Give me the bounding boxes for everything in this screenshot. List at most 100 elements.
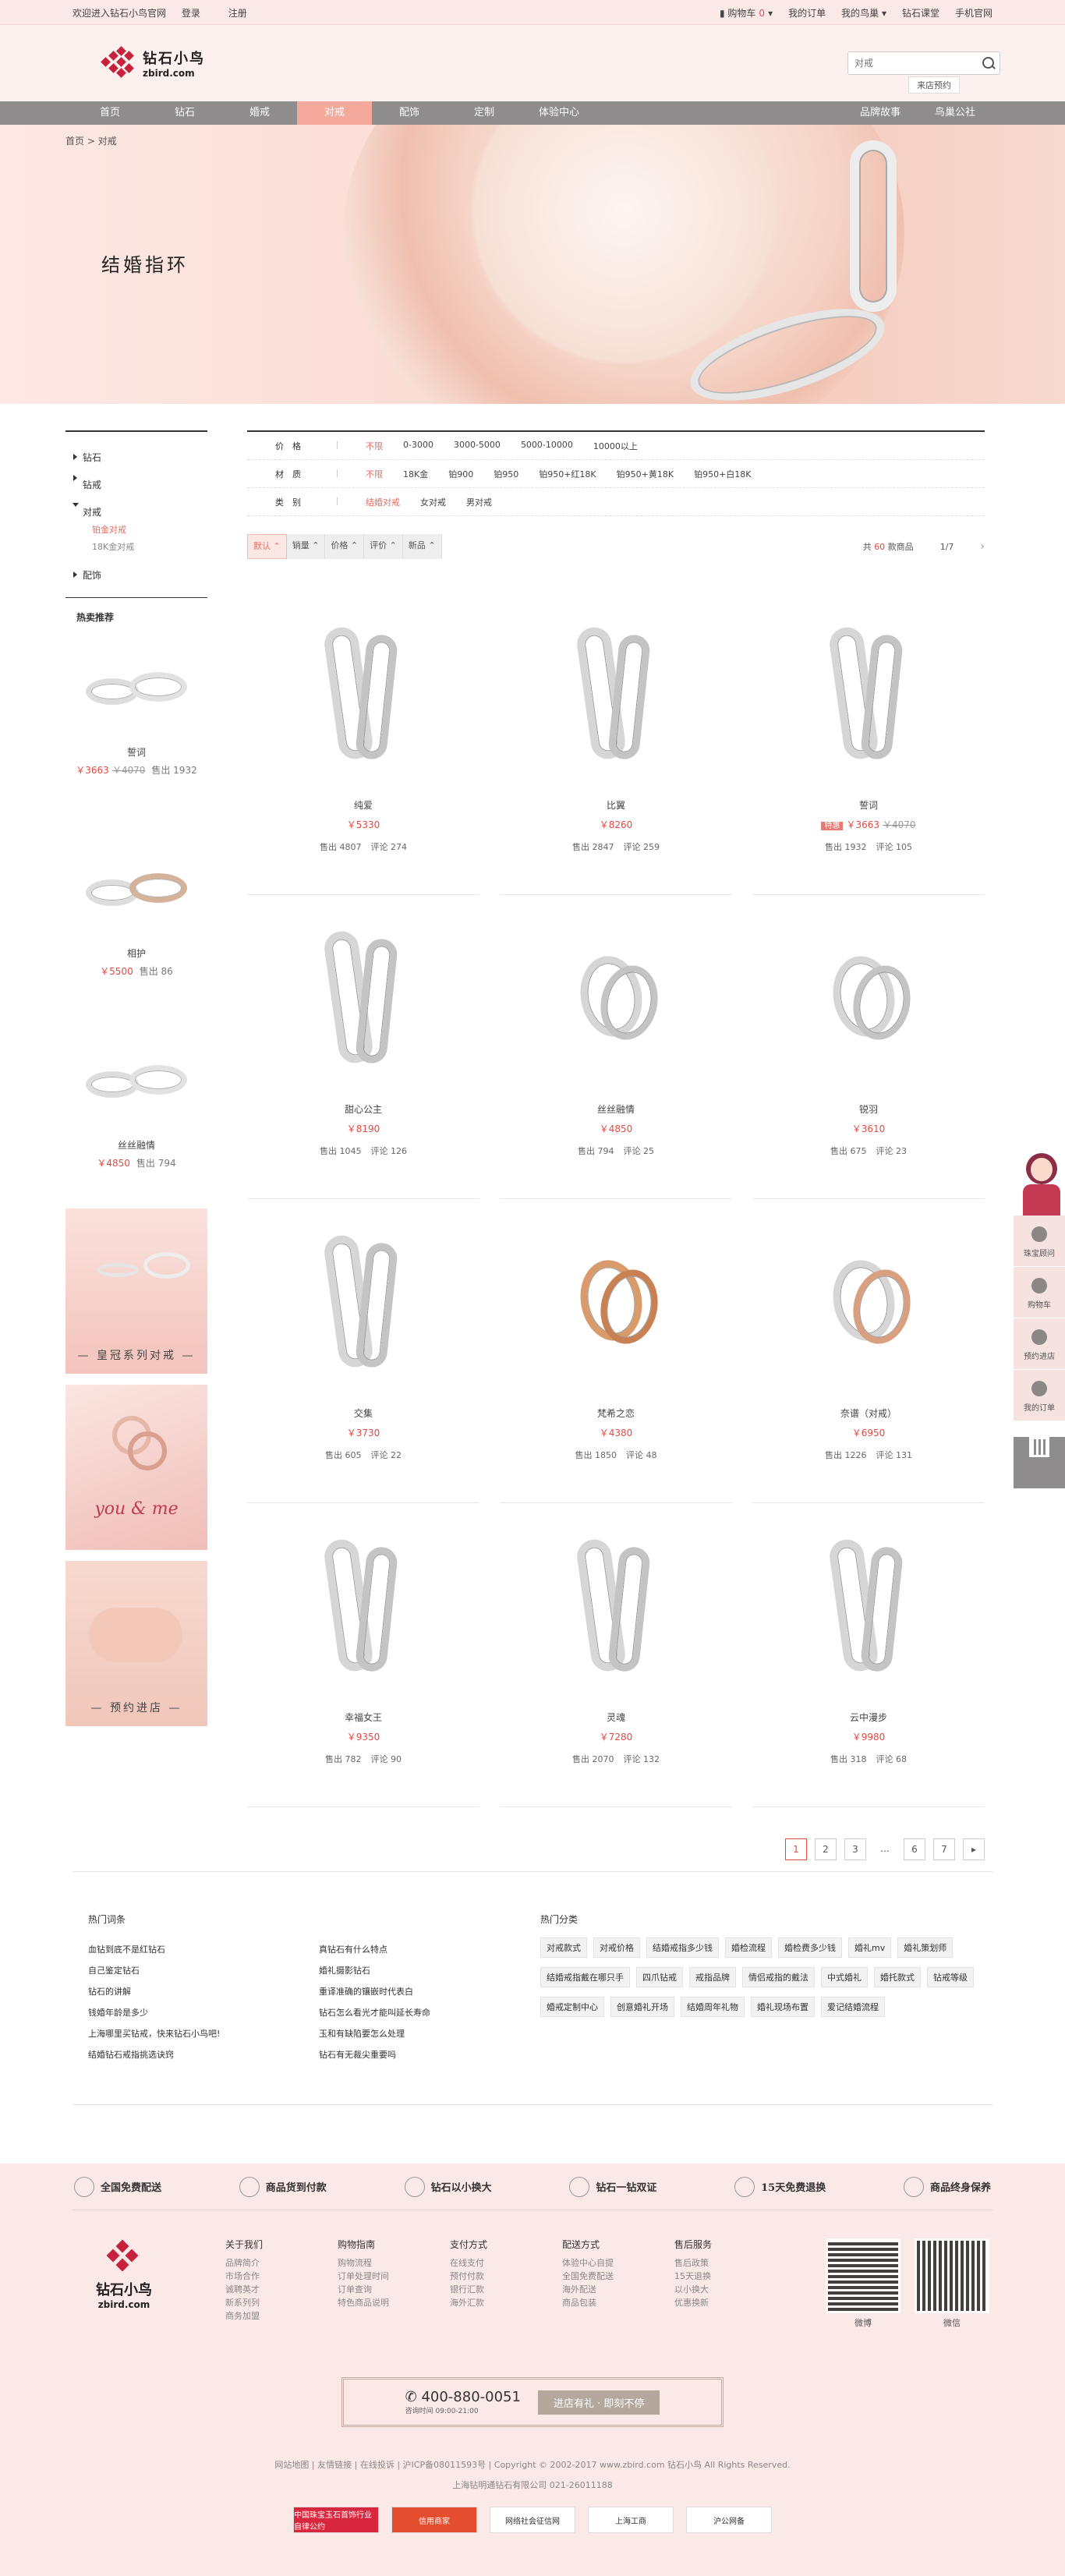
- category-tag[interactable]: 婚礼策划师: [897, 1937, 954, 1958]
- sidebar-item-couple-rings[interactable]: 对戒: [65, 491, 207, 518]
- nav-item-wedding-ring[interactable]: 婚戒: [222, 101, 297, 125]
- product-name[interactable]: 云中漫步: [752, 1711, 985, 1724]
- footer-link[interactable]: 商务加盟: [225, 2309, 263, 2323]
- hot-word-link[interactable]: 钱婚年龄是多少: [88, 2002, 220, 2023]
- review-count[interactable]: 评论 23: [876, 1146, 908, 1156]
- product-image[interactable]: [500, 1509, 732, 1704]
- footer-link[interactable]: 订单处理时间: [338, 2270, 389, 2283]
- category-tag[interactable]: 婚礼mv: [848, 1937, 892, 1958]
- product-image[interactable]: [500, 1205, 732, 1400]
- product-image[interactable]: [500, 597, 732, 792]
- product-card[interactable]: 誓词 特惠 ￥3663 ￥4070 售出 1932 评论 105: [752, 591, 985, 895]
- category-tag[interactable]: 创意婚礼开场: [610, 1997, 674, 2017]
- page-button[interactable]: ▸: [963, 1838, 985, 1860]
- you-and-me-banner[interactable]: you & me: [65, 1385, 207, 1550]
- review-count[interactable]: 评论 126: [371, 1146, 408, 1156]
- register-link[interactable]: 注册: [228, 8, 247, 19]
- float-cart[interactable]: 购物车: [1014, 1267, 1065, 1318]
- product-image[interactable]: [247, 597, 479, 792]
- filter-option[interactable]: 铂950: [494, 468, 518, 480]
- page-button[interactable]: 6: [904, 1838, 925, 1860]
- filter-option[interactable]: 铂950+黄18K: [617, 468, 674, 480]
- footer-link[interactable]: 15天退换: [674, 2270, 712, 2283]
- review-count[interactable]: 评论 68: [876, 1754, 908, 1764]
- product-name[interactable]: 交集: [247, 1407, 479, 1420]
- filter-option[interactable]: 结婚对戒: [366, 496, 400, 508]
- footer-link[interactable]: 优惠换新: [674, 2296, 712, 2309]
- review-count[interactable]: 评论 22: [371, 1450, 402, 1460]
- classroom-link[interactable]: 钻石课堂: [902, 6, 939, 19]
- category-tag[interactable]: 钻戒等级: [927, 1967, 974, 1987]
- sidebar-sub-platinum[interactable]: 铂金对戒: [65, 518, 207, 536]
- product-card[interactable]: 比翼 ￥8260 售出 2847 评论 259: [500, 591, 732, 895]
- my-bird-link[interactable]: 我的鸟巢 ▾: [841, 6, 886, 19]
- filter-option[interactable]: 铂950+红18K: [539, 468, 596, 480]
- sidebar-item-ring[interactable]: 钻戒: [65, 464, 207, 491]
- crown-series-banner[interactable]: — 皇冠系列对戒 —: [65, 1208, 207, 1374]
- product-card[interactable]: 云中漫步 ￥9980 售出 318 评论 68: [752, 1503, 985, 1807]
- search-icon[interactable]: [976, 52, 1000, 74]
- footer-link[interactable]: 特色商品说明: [338, 2296, 389, 2309]
- nav-item-brand-story[interactable]: 品牌故事: [843, 101, 918, 125]
- hot-word-link[interactable]: 玉和有缺陷要怎么处理: [319, 2023, 430, 2044]
- hot-word-link[interactable]: 婚礼摄影钻石: [319, 1960, 430, 1981]
- filter-option[interactable]: 铂900: [448, 468, 473, 480]
- float-consultant[interactable]: 珠宝顾问: [1014, 1215, 1065, 1267]
- cart-link[interactable]: ▮ 购物车 0 ▾: [720, 6, 773, 19]
- category-tag[interactable]: 婚戒定制中心: [540, 1997, 604, 2017]
- product-card[interactable]: 甜心公主 ￥8190 售出 1045 评论 126: [247, 895, 479, 1199]
- review-count[interactable]: 评论 105: [876, 842, 913, 852]
- certification-badge[interactable]: 中国珠宝玉石首饰行业自律公约: [293, 2507, 379, 2533]
- nav-item-community[interactable]: 鸟巢公社: [918, 101, 992, 125]
- nav-item-accessories[interactable]: 配饰: [372, 101, 447, 125]
- hotline-number[interactable]: 400-880-0051: [421, 2389, 521, 2405]
- product-image[interactable]: [500, 901, 732, 1096]
- category-tag[interactable]: 结婚戒指戴在哪只手: [540, 1967, 630, 1987]
- category-tag[interactable]: 婚托款式: [874, 1967, 921, 1987]
- category-tag[interactable]: 婚礼现场布置: [751, 1997, 815, 2017]
- hot-word-link[interactable]: 上海哪里买钻戒，快来钻石小鸟吧!: [88, 2023, 220, 2044]
- footer-link[interactable]: 在线支付: [450, 2256, 487, 2270]
- filter-option[interactable]: 不限: [366, 440, 383, 452]
- login-link[interactable]: 登录: [182, 8, 200, 19]
- certification-badge[interactable]: 信用商家: [391, 2507, 477, 2533]
- nav-item-diamond[interactable]: 钻石: [147, 101, 222, 125]
- product-name[interactable]: 灵魂: [500, 1711, 732, 1724]
- product-name[interactable]: 誓词: [65, 745, 207, 759]
- sidebar-item-accessories[interactable]: 配饰: [65, 561, 207, 582]
- page-button[interactable]: 7: [933, 1838, 955, 1860]
- filter-option[interactable]: 不限: [366, 468, 383, 480]
- product-image[interactable]: [247, 901, 479, 1096]
- page-button[interactable]: 1: [785, 1838, 807, 1860]
- hot-word-link[interactable]: 钻石怎么看光才能叫延长寿命: [319, 2002, 430, 2023]
- next-page-icon[interactable]: ›: [980, 540, 985, 553]
- my-orders-link[interactable]: 我的订单: [788, 6, 826, 19]
- filter-option[interactable]: 0-3000: [403, 440, 433, 452]
- hot-word-link[interactable]: 真钻石有什么特点: [319, 1939, 430, 1960]
- hot-word-link[interactable]: 钻石的讲解: [88, 1981, 220, 2002]
- review-count[interactable]: 评论 132: [624, 1754, 660, 1764]
- footer-link[interactable]: 诚聘英才: [225, 2283, 263, 2296]
- category-tag[interactable]: 婚检流程: [725, 1937, 772, 1958]
- product-name[interactable]: 甜心公主: [247, 1102, 479, 1116]
- product-image[interactable]: [65, 825, 207, 942]
- sidebar-sub-18k[interactable]: 18K金对戒: [65, 536, 207, 553]
- category-tag[interactable]: 戒指品牌: [689, 1967, 736, 1987]
- footer-link[interactable]: 预付付款: [450, 2270, 487, 2283]
- product-image[interactable]: [752, 901, 985, 1096]
- review-count[interactable]: 评论 90: [371, 1754, 402, 1764]
- product-card[interactable]: 灵魂 ￥7280 售出 2070 评论 132: [500, 1503, 732, 1807]
- footer-link[interactable]: 体验中心自提: [562, 2256, 614, 2270]
- product-image[interactable]: [752, 1205, 985, 1400]
- filter-option[interactable]: 10000以上: [593, 440, 638, 452]
- product-name[interactable]: 锐羽: [752, 1102, 985, 1116]
- footer-link[interactable]: 以小换大: [674, 2283, 712, 2296]
- footer-link[interactable]: 订单查询: [338, 2283, 389, 2296]
- footer-link[interactable]: 市场合作: [225, 2270, 263, 2283]
- store-appointment-button[interactable]: 来店预约: [908, 76, 960, 94]
- product-card[interactable]: 梵希之恋 ￥4380 售出 1850 评论 48: [500, 1199, 732, 1503]
- review-count[interactable]: 评论 131: [876, 1450, 913, 1460]
- sidebar-item-diamond[interactable]: 钻石: [65, 443, 207, 464]
- filter-option[interactable]: 男对戒: [466, 496, 492, 508]
- sort-button[interactable]: 价格 ⌃: [325, 534, 365, 559]
